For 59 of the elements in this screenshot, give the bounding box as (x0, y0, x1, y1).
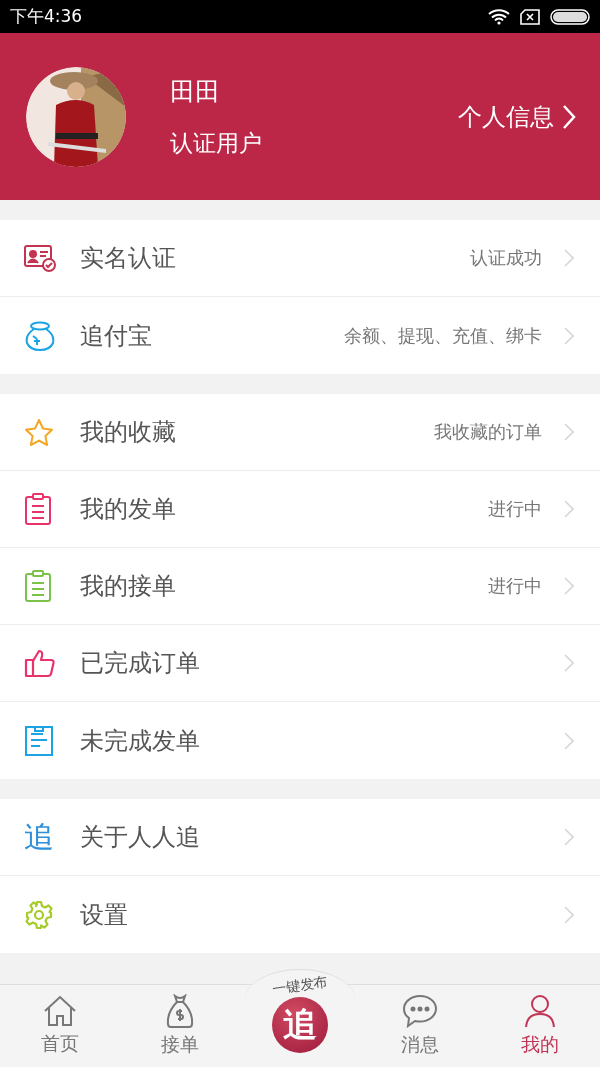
menu-item[interactable]: 已完成订单 (0, 625, 600, 702)
publish-caption: 一键发布 (271, 973, 329, 999)
person-icon (524, 994, 556, 1028)
menu-label: 我的接单 (80, 571, 177, 602)
chevron-icon (564, 905, 574, 924)
wifi-icon (488, 8, 510, 25)
menu-item[interactable]: 实名认证 认证成功 (0, 220, 600, 297)
clipboard-icon (24, 493, 52, 525)
chevron-icon (562, 103, 576, 130)
chevron-icon (564, 500, 574, 518)
menu-label: 追付宝 (80, 320, 153, 352)
money-bag-icon (164, 994, 196, 1028)
chevron-icon (564, 326, 574, 345)
tab[interactable]: 接单 (120, 985, 240, 1067)
chevron-icon (564, 731, 574, 750)
menu-detail: 进行中 (488, 574, 542, 598)
menu-item[interactable]: 我的发单 进行中 (0, 471, 600, 548)
chevron-icon (564, 577, 574, 595)
chevron-icon (564, 828, 574, 846)
menu-label: 已完成订单 (80, 648, 201, 679)
thumbs-up-icon (24, 648, 56, 678)
menu-label: 我的收藏 (80, 417, 177, 448)
publish-button[interactable]: 追 (272, 997, 328, 1053)
menu-item[interactable]: 设置 (0, 876, 600, 953)
menu-item[interactable]: 追 关于人人追 (0, 799, 600, 876)
battery-icon (550, 8, 590, 25)
home-icon (43, 995, 77, 1027)
id-card-icon (24, 244, 56, 272)
tab[interactable]: 我的 (480, 985, 600, 1067)
money-bag-icon (24, 320, 56, 351)
chevron-icon (564, 423, 574, 441)
menu-label: 未完成发单 (80, 725, 201, 757)
menu-item[interactable]: 追付宝 余额、提现、充值、绑卡 (0, 297, 600, 374)
sim-icon (520, 8, 540, 25)
clipboard-icon (24, 570, 52, 602)
tab[interactable]: 首页 (0, 985, 120, 1067)
tab[interactable]: 消息 (360, 985, 480, 1067)
status-time: 下午4:36 (10, 5, 83, 28)
menu-detail: 余额、提现、充值、绑卡 (344, 323, 542, 348)
user-name: 田田 (170, 75, 221, 108)
chevron-icon (564, 249, 574, 267)
menu-detail: 进行中 (488, 497, 542, 521)
user-status: 认证用户 (170, 128, 263, 158)
logo-icon: 追 (24, 822, 54, 852)
menu-item[interactable]: 未完成发单 (0, 702, 600, 779)
chat-bubble-icon (402, 994, 438, 1028)
menu-label: 关于人人追 (80, 822, 201, 853)
menu-label: 我的发单 (80, 494, 177, 525)
menu-label: 设置 (80, 899, 129, 931)
settings-icon (24, 899, 54, 930)
star-icon (24, 418, 54, 446)
document-icon (24, 724, 54, 757)
chevron-icon (564, 654, 574, 672)
menu-detail: 认证成功 (470, 246, 542, 270)
menu-label: 实名认证 (80, 243, 177, 274)
profile-link[interactable]: 个人信息 (458, 100, 576, 133)
menu-item[interactable]: 我的接单 进行中 (0, 548, 600, 625)
menu-item[interactable]: 我的收藏 我收藏的订单 (0, 394, 600, 471)
menu-detail: 我收藏的订单 (434, 420, 542, 444)
